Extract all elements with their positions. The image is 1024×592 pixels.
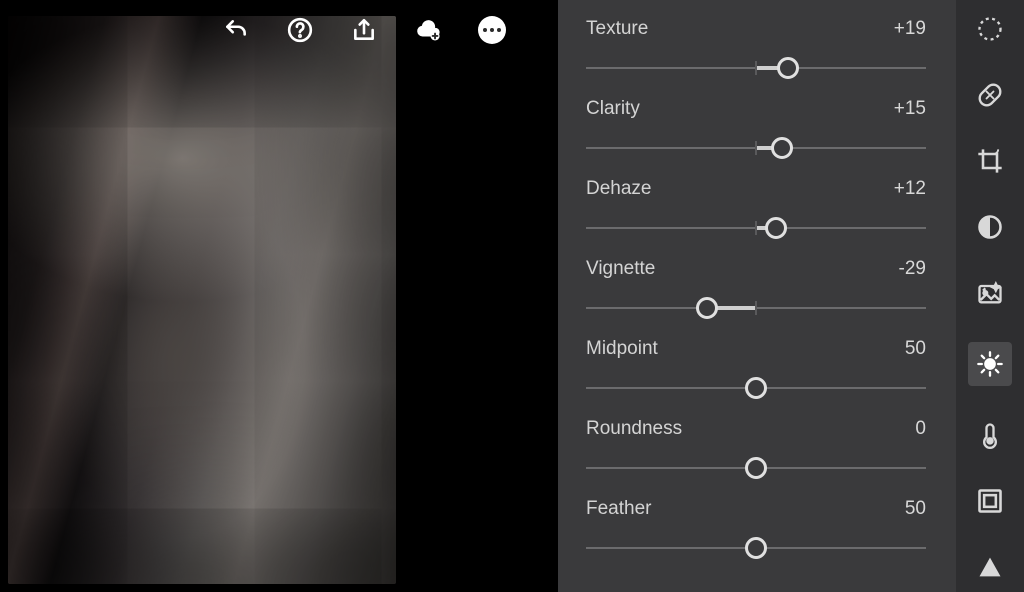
slider-value: +15 — [894, 98, 926, 120]
help-icon[interactable] — [284, 14, 316, 46]
slider-thumb[interactable] — [745, 457, 767, 479]
slider-texture: Texture +19 — [586, 18, 926, 82]
light-icon[interactable] — [968, 342, 1012, 386]
select-mask-icon[interactable] — [973, 12, 1007, 46]
photo-preview[interactable] — [8, 16, 396, 584]
slider-label: Midpoint — [586, 338, 658, 360]
slider-label: Feather — [586, 498, 651, 520]
slider-label: Dehaze — [586, 178, 652, 200]
slider-value: -29 — [899, 258, 926, 280]
slider-track[interactable] — [586, 54, 926, 82]
slider-track[interactable] — [586, 294, 926, 322]
slider-track[interactable] — [586, 454, 926, 482]
slider-value: +19 — [894, 18, 926, 40]
slider-midpoint: Midpoint 50 — [586, 338, 926, 402]
share-icon[interactable] — [348, 14, 380, 46]
slider-label: Roundness — [586, 418, 682, 440]
slider-dehaze: Dehaze +12 — [586, 178, 926, 242]
effects-panel: Texture +19 Clarity +15 Dehaze +12 Vignette -29… — [558, 0, 956, 592]
slider-track[interactable] — [586, 214, 926, 242]
image-preview-area — [0, 0, 558, 592]
presets-icon[interactable] — [973, 210, 1007, 244]
more-icon[interactable] — [476, 14, 508, 46]
slider-label: Clarity — [586, 98, 640, 120]
slider-thumb[interactable] — [777, 57, 799, 79]
slider-thumb[interactable] — [765, 217, 787, 239]
slider-value: 50 — [905, 338, 926, 360]
healing-icon[interactable] — [973, 78, 1007, 112]
right-tool-rail — [956, 0, 1024, 592]
slider-label: Texture — [586, 18, 648, 40]
cloud-add-icon[interactable] — [412, 14, 444, 46]
slider-thumb[interactable] — [745, 537, 767, 559]
slider-value: +12 — [894, 178, 926, 200]
slider-thumb[interactable] — [696, 297, 718, 319]
slider-roundness: Roundness 0 — [586, 418, 926, 482]
slider-vignette: Vignette -29 — [586, 258, 926, 322]
top-toolbar — [220, 14, 508, 46]
temperature-icon[interactable] — [973, 418, 1007, 452]
slider-track[interactable] — [586, 134, 926, 162]
slider-clarity: Clarity +15 — [586, 98, 926, 162]
slider-track[interactable] — [586, 374, 926, 402]
optics-icon[interactable] — [973, 484, 1007, 518]
slider-label: Vignette — [586, 258, 655, 280]
auto-icon[interactable] — [973, 276, 1007, 310]
geometry-icon[interactable] — [973, 550, 1007, 584]
slider-value: 0 — [915, 418, 926, 440]
crop-icon[interactable] — [973, 144, 1007, 178]
slider-feather: Feather 50 — [586, 498, 926, 562]
slider-thumb[interactable] — [771, 137, 793, 159]
slider-thumb[interactable] — [745, 377, 767, 399]
slider-value: 50 — [905, 498, 926, 520]
undo-icon[interactable] — [220, 14, 252, 46]
slider-track[interactable] — [586, 534, 926, 562]
